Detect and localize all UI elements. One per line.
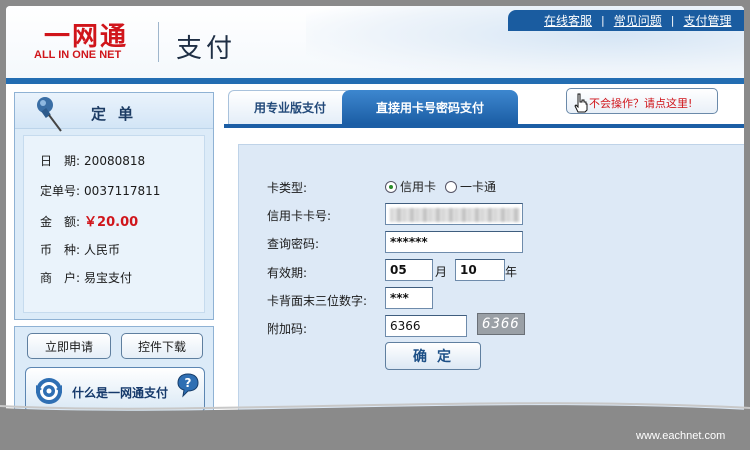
radio-checked-icon xyxy=(385,180,397,193)
order-label: 金 额: xyxy=(40,215,81,229)
query-password-label: 查询密码: xyxy=(267,237,320,251)
link-online-service[interactable]: 在线客服 xyxy=(544,12,592,29)
order-title: 定单 xyxy=(91,105,146,123)
cvv-field[interactable]: *** xyxy=(385,287,433,309)
link-separator: | xyxy=(601,14,605,27)
tab-underline xyxy=(224,124,744,128)
order-row-merchant: 商 户: 易宝支付 xyxy=(40,269,132,286)
cvv-label: 卡背面末三位数字: xyxy=(267,294,368,308)
order-row-currency: 币 种: 人民币 xyxy=(40,241,120,258)
payment-tabs: 用专业版支付 直接用卡号密码支付 xyxy=(224,90,744,124)
radio-credit-card[interactable]: 信用卡 xyxy=(385,178,436,195)
order-value: 人民币 xyxy=(84,243,121,257)
radio-one-card[interactable]: 一卡通 xyxy=(445,178,496,195)
extra-code-field[interactable]: 6366 xyxy=(385,315,467,337)
order-label: 定单号: xyxy=(40,184,81,198)
header: 一网通 ALL IN ONE NET 支付 在线客服 | 常见问题 | 支付管理 xyxy=(6,6,744,78)
link-separator: | xyxy=(670,14,675,27)
logo-cn-text: 一网通 xyxy=(44,22,129,52)
footer-swoosh xyxy=(0,402,750,450)
download-control-button[interactable]: 控件下载 xyxy=(121,333,203,359)
order-label: 币 种: xyxy=(40,243,81,257)
order-row-date: 日 期: 20080818 xyxy=(40,152,145,169)
expiry-label: 有效期: xyxy=(267,266,308,280)
card-number-field[interactable] xyxy=(385,203,523,225)
card-type-label: 卡类型: xyxy=(267,181,308,195)
order-value: 易宝支付 xyxy=(84,271,133,285)
card-number-label: 信用卡卡号: xyxy=(267,209,332,223)
payment-window: 一网通 ALL IN ONE NET 支付 在线客服 | 常见问题 | 支付管理… xyxy=(6,6,744,442)
order-label: 日 期: xyxy=(40,154,81,168)
tab-professional-payment[interactable]: 用专业版支付 xyxy=(228,90,352,124)
order-value: 0037117811 xyxy=(84,184,161,198)
expiry-month-field[interactable]: 05 xyxy=(385,259,433,281)
nav-bar xyxy=(6,78,744,84)
order-label: 商 户: xyxy=(40,271,81,285)
query-password-field[interactable]: ****** xyxy=(385,231,523,253)
captcha-image: 6366 xyxy=(477,313,525,335)
apply-now-button[interactable]: 立即申请 xyxy=(27,333,111,359)
order-details: 日 期: 20080818 定单号: 0037117811 金 额: ￥20.00 币… xyxy=(23,135,205,313)
question-mark-icon: ? xyxy=(177,373,199,398)
order-panel: 定单 日 期: 20080818 定单号: 0037117811 金 额: ￥20.0… xyxy=(14,92,214,320)
page-title: 支付 xyxy=(176,34,237,64)
month-unit: 月 xyxy=(435,265,448,279)
order-value: 20080818 xyxy=(84,154,146,168)
link-payment-management[interactable]: 支付管理 xyxy=(683,12,731,29)
logo-divider xyxy=(158,22,159,62)
radio-label: 信用卡 xyxy=(400,180,437,194)
link-faq[interactable]: 常见问题 xyxy=(614,12,662,29)
svg-text:?: ? xyxy=(185,376,192,390)
top-links: 在线客服 | 常见问题 | 支付管理 xyxy=(508,10,744,31)
expiry-year-field[interactable]: 10 xyxy=(455,259,505,281)
logo-en-text: ALL IN ONE NET xyxy=(34,49,122,61)
extra-code-label: 附加码: xyxy=(267,322,308,336)
pushpin-icon xyxy=(37,97,62,132)
confirm-button[interactable]: 确定 xyxy=(385,342,481,370)
tab-direct-card-payment[interactable]: 直接用卡号密码支付 xyxy=(342,90,518,124)
order-row-number: 定单号: 0037117811 xyxy=(40,182,160,199)
payment-form: 卡类型: 信用卡 一卡通 信用卡卡号: 查询密码: ****** 有效期: 05… xyxy=(238,144,744,422)
footer-site-url: www.eachnet.com xyxy=(636,430,726,442)
card-number-blurred xyxy=(390,208,520,222)
year-unit: 年 xyxy=(505,265,518,279)
radio-label: 一卡通 xyxy=(460,180,497,194)
order-amount-value: ￥20.00 xyxy=(84,215,139,230)
order-row-amount: 金 额: ￥20.00 xyxy=(40,211,138,230)
radio-unchecked-icon xyxy=(445,180,457,193)
all-in-one-net-logo: 一网通 ALL IN ONE NET xyxy=(34,16,154,68)
order-header: 定单 xyxy=(15,93,213,132)
